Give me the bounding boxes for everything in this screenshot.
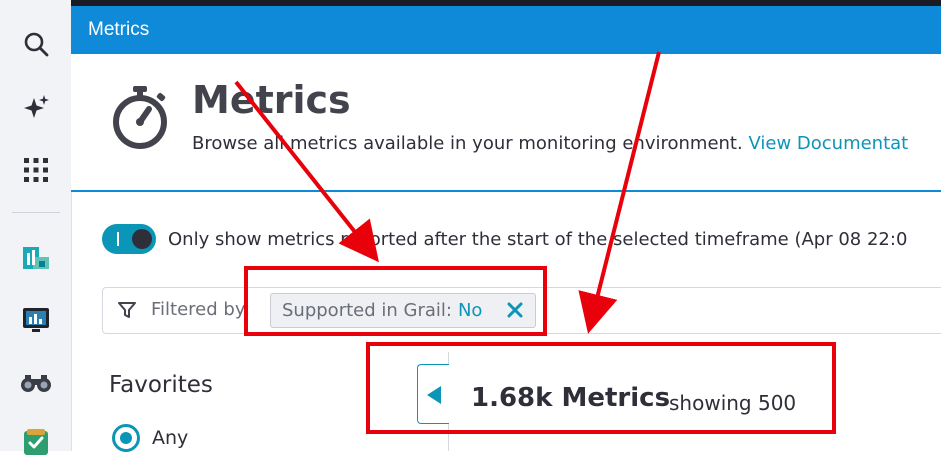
apps-grid-icon[interactable]: [18, 152, 54, 188]
triangle-left-icon: [427, 386, 441, 404]
reported-metrics-toggle[interactable]: [102, 224, 156, 254]
collapse-sidebar-button[interactable]: [417, 364, 449, 424]
stopwatch-icon: [109, 84, 171, 154]
remove-filter-close-icon[interactable]: [505, 300, 525, 325]
favorites-any-radio[interactable]: [112, 424, 140, 452]
app-title: Metrics: [88, 19, 150, 40]
checklist-app-icon[interactable]: [18, 424, 54, 460]
monitor-app-icon[interactable]: [18, 302, 54, 338]
rail-divider: [12, 212, 60, 213]
left-nav-rail: [0, 0, 72, 455]
filter-chip-supported-in-grail[interactable]: Supported in Grail: No: [270, 293, 536, 328]
app-title-bar: Metrics: [71, 6, 941, 54]
subtitle-text: Browse all metrics available in your mon…: [192, 133, 743, 154]
favorites-heading: Favorites: [109, 372, 213, 398]
page-header: Metrics Browse all metrics available in …: [71, 54, 941, 192]
toggle-on-mark: [117, 232, 119, 246]
toggle-knob: [132, 229, 152, 249]
search-icon[interactable]: [18, 26, 54, 62]
toggle-label: Only show metrics reported after the sta…: [168, 229, 908, 250]
dashboard-app-icon[interactable]: [18, 240, 54, 276]
page-title: Metrics: [192, 78, 351, 122]
metrics-count: 1.68k Metrics: [471, 383, 671, 413]
favorites-any-label: Any: [152, 427, 189, 449]
filter-funnel-icon: [117, 300, 137, 324]
filter-label: Filtered by:: [151, 299, 251, 320]
filter-chip-value: No: [457, 300, 483, 321]
view-documentation-link[interactable]: View Documentat: [748, 133, 908, 154]
page-subtitle: Browse all metrics available in your mon…: [192, 133, 908, 154]
binoculars-icon[interactable]: [18, 364, 54, 400]
filter-chip-key: Supported in Grail:: [282, 300, 452, 321]
sparkle-icon[interactable]: [18, 90, 54, 126]
showing-count: showing 500: [669, 391, 797, 415]
